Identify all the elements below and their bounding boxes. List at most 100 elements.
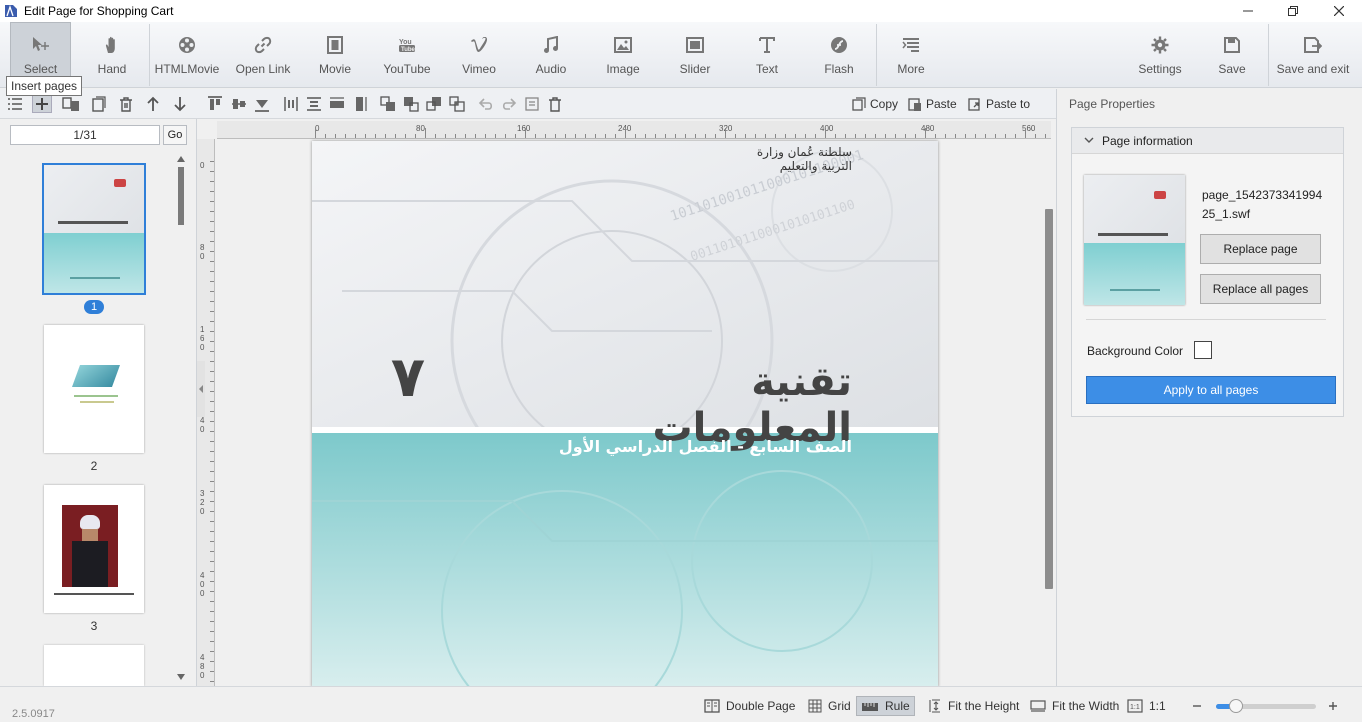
same-width-icon[interactable] — [329, 96, 345, 112]
paste-to-button[interactable]: Paste to — [968, 96, 1030, 112]
fit-width-button[interactable]: Fit the Width — [1030, 698, 1119, 714]
same-height-icon[interactable] — [352, 96, 368, 112]
page-preview[interactable]: 101101001011000101100001 001101011000101… — [312, 141, 938, 686]
save-and-exit-button[interactable]: Save and exit — [1272, 22, 1354, 88]
rule-toggle[interactable]: Rule — [856, 696, 915, 716]
duplicate-page-icon[interactable] — [90, 96, 106, 112]
zoom-out-button[interactable] — [1192, 698, 1208, 714]
zoom-in-button[interactable] — [1328, 698, 1344, 714]
copy-icon — [852, 97, 866, 111]
open-link-button[interactable]: Open Link — [230, 22, 296, 88]
ruler-tick — [735, 134, 736, 138]
double-page-toggle[interactable]: Double Page — [704, 698, 795, 714]
editor-canvas[interactable]: 080160240320400480560 080160240320400480 — [197, 119, 1056, 686]
youtube-button[interactable]: You Tube YouTube — [376, 22, 438, 88]
bring-front-icon[interactable] — [380, 96, 396, 112]
list-view-icon[interactable] — [7, 96, 23, 112]
page-thumbnail[interactable] — [44, 485, 144, 613]
page-thumbnail[interactable] — [42, 163, 146, 295]
ruler-tick — [855, 134, 856, 138]
ruler-tick — [210, 651, 214, 652]
replace-page-button[interactable]: Replace page — [1200, 234, 1321, 264]
insert-pages-button[interactable] — [32, 95, 52, 113]
align-middle-icon[interactable] — [231, 96, 247, 112]
copy-button[interactable]: Copy — [852, 96, 898, 112]
align-top-icon[interactable] — [207, 96, 223, 112]
undo-icon[interactable] — [478, 96, 494, 112]
canvas-scrollbar[interactable] — [1045, 209, 1053, 589]
ruler-tick — [210, 401, 214, 402]
ruler-tick — [825, 128, 826, 138]
status-bar: Double Page Grid Rule Fit the Height Fit… — [0, 686, 1362, 722]
collapse-left-handle[interactable] — [197, 361, 205, 417]
thumbnail-scrollbar[interactable] — [177, 155, 185, 685]
move-down-icon[interactable] — [172, 96, 188, 112]
paste-button[interactable]: Paste — [908, 96, 957, 112]
restore-button[interactable] — [1270, 0, 1316, 22]
movie-button[interactable]: Movie — [306, 22, 364, 88]
apply-to-all-pages-button[interactable]: Apply to all pages — [1086, 376, 1336, 404]
ruler-tick — [625, 128, 626, 138]
insert-after-icon[interactable] — [62, 96, 79, 112]
page-number-input[interactable]: 1/31 — [10, 125, 160, 145]
flash-button[interactable]: Flash — [810, 22, 868, 88]
bring-forward-icon[interactable] — [403, 96, 419, 112]
ruler-tick — [755, 134, 756, 138]
minimize-button[interactable] — [1225, 0, 1271, 22]
ruler-tick — [210, 541, 214, 542]
scroll-up-icon[interactable] — [176, 155, 186, 163]
text-button[interactable]: Text — [738, 22, 796, 88]
section-header[interactable]: Page information — [1072, 128, 1343, 154]
ruler-tick — [210, 241, 214, 242]
ruler-tick — [945, 134, 946, 138]
slider-button[interactable]: Slider — [666, 22, 724, 88]
audio-button[interactable]: Audio — [522, 22, 580, 88]
grid-toggle[interactable]: Grid — [808, 698, 851, 714]
ruler-tick — [210, 511, 214, 512]
ruler-tick — [210, 661, 214, 662]
htmlmovie-button[interactable]: HTMLMovie — [154, 22, 220, 88]
save-button[interactable]: Save — [1203, 22, 1261, 88]
ruler-tick — [845, 134, 846, 138]
ruler-tick — [210, 221, 214, 222]
page-thumbnail[interactable] — [44, 645, 144, 686]
ruler-tick — [455, 134, 456, 138]
replace-all-pages-button[interactable]: Replace all pages — [1200, 274, 1321, 304]
move-up-icon[interactable] — [145, 96, 161, 112]
zoom-slider[interactable] — [1216, 699, 1316, 713]
vimeo-button[interactable]: Vimeo — [450, 22, 508, 88]
image-button[interactable]: Image — [594, 22, 652, 88]
fit-height-button[interactable]: Fit the Height — [928, 698, 1019, 714]
ruler-tick — [655, 134, 656, 138]
page-thumbnail[interactable] — [44, 325, 144, 453]
ruler-tick — [885, 134, 886, 138]
ruler-tick — [1005, 134, 1006, 138]
delete-element-icon[interactable] — [547, 96, 563, 112]
distribute-v-icon[interactable] — [306, 96, 322, 112]
delete-page-icon[interactable] — [118, 96, 134, 112]
hand-tool-button[interactable]: Hand — [82, 22, 142, 88]
go-button[interactable]: Go — [163, 125, 187, 145]
align-bottom-icon[interactable] — [254, 96, 270, 112]
ruler-tick — [405, 134, 406, 138]
redo-icon[interactable] — [501, 96, 517, 112]
movie-icon — [324, 34, 346, 56]
more-button[interactable]: More — [882, 22, 940, 88]
send-back-icon[interactable] — [449, 96, 465, 112]
close-button[interactable] — [1316, 0, 1362, 22]
ruler-tick — [210, 681, 214, 682]
select-all-icon[interactable] — [524, 96, 540, 112]
distribute-h-icon[interactable] — [283, 96, 299, 112]
main-toolbar: Select Hand HTMLMovie Open Link Movie Yo… — [0, 22, 1362, 88]
actual-size-button[interactable]: 1:1 1:1 — [1127, 698, 1166, 714]
settings-button[interactable]: Settings — [1130, 22, 1190, 88]
zoom-slider-handle[interactable] — [1229, 699, 1243, 713]
scroll-down-icon[interactable] — [176, 673, 186, 681]
ruler-tick — [815, 134, 816, 138]
background-color-swatch[interactable] — [1194, 341, 1212, 359]
send-backward-icon[interactable] — [426, 96, 442, 112]
ruler-tick — [525, 128, 526, 138]
ruler-tick — [210, 181, 214, 182]
svg-text:You: You — [399, 39, 412, 46]
ruler-tick — [785, 134, 786, 138]
